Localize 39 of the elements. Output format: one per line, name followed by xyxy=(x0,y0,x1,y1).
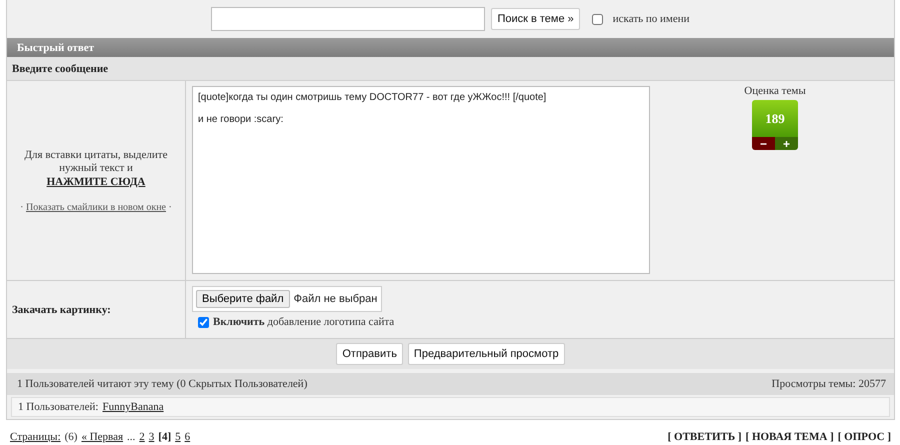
readers-summary: 1 Пользователей читают эту тему (0 Скрытых Пользователей) xyxy=(17,378,308,390)
action-link[interactable]: [ ОТВЕТИТЬ ] xyxy=(668,431,742,443)
minus-button[interactable]: − xyxy=(752,137,775,150)
section-subheader: Введите сообщение xyxy=(7,57,894,81)
users-label: 1 Пользователей: xyxy=(18,401,98,413)
bullet: · xyxy=(168,202,172,212)
rating-label: Оценка темы xyxy=(744,85,806,97)
checkbox-label: Включить добавление логотипа сайта xyxy=(213,316,394,328)
preview-button[interactable]: Предварительный просмотр xyxy=(408,343,565,365)
checkbox[interactable] xyxy=(592,14,603,24)
checkbox-label: искать по имени xyxy=(612,13,690,25)
pager-text: ... xyxy=(127,431,136,443)
search-field[interactable] xyxy=(211,7,486,31)
page-link[interactable]: Страницы: xyxy=(10,431,61,443)
views-count: Просмотры темы: 20577 xyxy=(772,378,886,390)
section-header: Быстрый ответ xyxy=(7,38,894,57)
pager-text: (6) xyxy=(64,431,78,443)
action-link[interactable]: [ ОПРОС ] xyxy=(838,431,891,443)
plus-button[interactable]: + xyxy=(775,137,798,150)
rating-value: 189 xyxy=(752,100,798,137)
page-link[interactable]: 5 xyxy=(175,431,181,443)
message-field[interactable]: [quote]когда ты один смотришь тему DOCTOR77 - вот где уЖЖос!!! [/quote] и не говори :scary: xyxy=(192,86,650,274)
file-field[interactable]: Выберите файл Файл не выбран xyxy=(192,286,382,312)
quote-link[interactable]: НАЖМИТЕ СЮДА xyxy=(46,176,146,188)
smilies-link[interactable]: Показать смайлики в новом окне xyxy=(26,202,166,212)
choose-file-button[interactable]: Выберите файл xyxy=(196,290,290,308)
action-link[interactable]: [ НОВАЯ ТЕМА ] xyxy=(746,431,834,443)
user-link[interactable]: FunnyBanana xyxy=(102,401,164,413)
current-page: [4] xyxy=(158,431,172,443)
submit-button[interactable]: Отправить xyxy=(336,343,403,365)
search-button[interactable]: Поиск в теме » xyxy=(491,8,580,30)
page-link[interactable]: 3 xyxy=(148,431,154,443)
checkbox[interactable] xyxy=(198,316,209,328)
bullet: · xyxy=(20,202,24,212)
page-link[interactable]: 6 xyxy=(184,431,190,443)
page-link[interactable]: 2 xyxy=(139,431,145,443)
page-link[interactable]: « Первая xyxy=(81,431,124,443)
upload-label: Закачать картинку: xyxy=(12,304,111,316)
quote-hint: Для вставки цитаты, выделите нужный текст и xyxy=(24,148,168,174)
